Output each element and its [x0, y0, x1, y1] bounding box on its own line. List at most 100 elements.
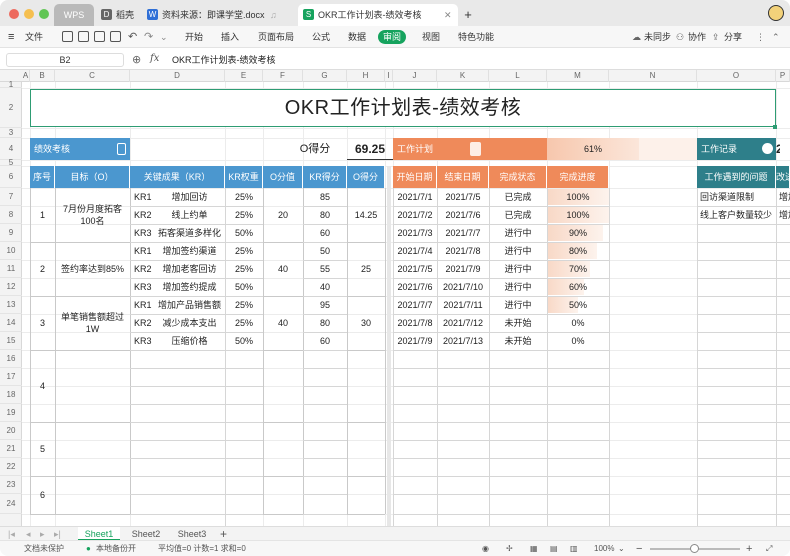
start-date[interactable]: 2021/7/5	[393, 260, 437, 278]
menu-insert[interactable]: 插入	[221, 26, 239, 48]
kr-score[interactable]: 80	[303, 206, 347, 224]
kr-id[interactable]: KR2	[130, 314, 154, 332]
collab-button[interactable]: 协作	[688, 26, 706, 48]
menu-page-layout[interactable]: 页面布局	[258, 26, 294, 48]
progress-value[interactable]: 70%	[547, 260, 609, 278]
kr-id[interactable]: KR1	[130, 242, 154, 260]
page-layout-view-icon[interactable]: ▤	[550, 541, 558, 556]
objective-score[interactable]: 14.25	[347, 188, 385, 242]
objective-value[interactable]: 40	[263, 242, 303, 296]
kr-weight[interactable]: 25%	[225, 260, 263, 278]
header-cell[interactable]: 目标（O）	[55, 166, 130, 188]
column-header[interactable]: E	[225, 70, 263, 82]
tab-daoke[interactable]: D 稻壳	[96, 4, 140, 26]
header-cell[interactable]: 结束日期	[437, 166, 489, 188]
header-cell[interactable]: 改进措施	[776, 166, 790, 188]
kr-score[interactable]: 60	[303, 224, 347, 242]
freeze-icon[interactable]: ✢	[506, 541, 513, 556]
backup-status[interactable]: 本地备份开	[96, 541, 136, 556]
sheet-title[interactable]: OKR工作计划表-绩效考核	[30, 88, 776, 128]
status[interactable]: 进行中	[489, 278, 547, 296]
row-header[interactable]: 17	[0, 368, 22, 386]
fix-text[interactable]: 增加营销引进客户	[776, 206, 790, 224]
kr-weight[interactable]: 25%	[225, 188, 263, 206]
formula-input[interactable]: OKR工作计划表-绩效考核	[168, 53, 782, 67]
row-header[interactable]: 20	[0, 422, 22, 440]
kr-description[interactable]: 压缩价格	[154, 332, 225, 350]
kr-weight[interactable]: 50%	[225, 278, 263, 296]
progress-value[interactable]: 90%	[547, 224, 609, 242]
objective-score[interactable]: 25	[347, 242, 385, 296]
header-cell[interactable]: 完成状态	[489, 166, 547, 188]
hamburger-menu-icon[interactable]: ≡	[8, 26, 14, 48]
end-date[interactable]: 2021/7/12	[437, 314, 489, 332]
prev-sheet-icon[interactable]: ◂	[26, 527, 31, 541]
column-header[interactable]: N	[609, 70, 697, 82]
header-cell[interactable]: KR权重	[225, 166, 263, 188]
menu-special[interactable]: 特色功能	[458, 26, 494, 48]
sync-status[interactable]: 未同步	[644, 26, 671, 48]
kr-id[interactable]: KR1	[130, 188, 154, 206]
column-header[interactable]: F	[263, 70, 303, 82]
new-tab-button[interactable]: +	[460, 4, 476, 26]
column-header[interactable]: A	[22, 70, 30, 82]
kr-weight[interactable]: 25%	[225, 314, 263, 332]
menu-data[interactable]: 数据	[348, 26, 366, 48]
objective-value[interactable]: 20	[263, 188, 303, 242]
print-preview-icon[interactable]	[110, 31, 121, 42]
normal-view-icon[interactable]: ▦	[530, 541, 538, 556]
menu-start[interactable]: 开始	[185, 26, 203, 48]
sheet-grid[interactable]: ABCDEFGHIJKLMNOPQ 1234567891011121314151…	[0, 70, 790, 526]
end-date[interactable]: 2021/7/13	[437, 332, 489, 350]
status[interactable]: 已完成	[489, 188, 547, 206]
view-eye-icon[interactable]: ◉	[482, 541, 489, 556]
column-header[interactable]: K	[437, 70, 489, 82]
problem-text[interactable]: 线上客户数量较少	[697, 206, 776, 224]
page-break-view-icon[interactable]: ▥	[570, 541, 578, 556]
status[interactable]: 未开始	[489, 332, 547, 350]
plan-percent[interactable]: 61%	[547, 138, 639, 160]
record-value[interactable]: 2	[776, 138, 780, 160]
row-header[interactable]: 12	[0, 278, 22, 296]
export-icon[interactable]	[78, 31, 89, 42]
row-header[interactable]: 19	[0, 404, 22, 422]
header-cell[interactable]: 关键成果（KR）	[130, 166, 225, 188]
more-icon[interactable]: ⋮	[756, 26, 765, 48]
zoom-out-icon[interactable]: −	[636, 541, 642, 556]
objective-number[interactable]: 2	[30, 242, 55, 296]
last-sheet-icon[interactable]: ▸|	[54, 527, 61, 541]
row-header[interactable]: 8	[0, 206, 22, 224]
kr-description[interactable]: 增加签约提成	[154, 278, 225, 296]
column-header[interactable]: J	[393, 70, 437, 82]
redo-icon[interactable]: ↷	[144, 26, 153, 48]
fix-text[interactable]: 增加渠道	[776, 188, 790, 206]
column-header[interactable]: L	[489, 70, 547, 82]
header-cell[interactable]: 完成进度	[547, 166, 609, 188]
row-header[interactable]: 10	[0, 242, 22, 260]
kr-id[interactable]: KR2	[130, 206, 154, 224]
kr-score[interactable]: 55	[303, 260, 347, 278]
row-header[interactable]: 24	[0, 494, 22, 514]
kr-description[interactable]: 增加产品销售额	[154, 296, 225, 314]
row-header[interactable]: 13	[0, 296, 22, 314]
start-date[interactable]: 2021/7/9	[393, 332, 437, 350]
row-header[interactable]: 6	[0, 166, 22, 188]
objective-number[interactable]: 6	[30, 476, 55, 514]
column-header[interactable]: P	[776, 70, 790, 82]
zoom-level[interactable]: 100%	[594, 541, 614, 556]
perf-label[interactable]: 绩效考核	[32, 138, 95, 160]
menu-formula[interactable]: 公式	[312, 26, 330, 48]
o-score-label[interactable]: O得分	[283, 138, 347, 160]
kr-description[interactable]: 增加回访	[154, 188, 225, 206]
column-header[interactable]: O	[697, 70, 776, 82]
start-date[interactable]: 2021/7/8	[393, 314, 437, 332]
objective-number[interactable]: 1	[30, 188, 55, 242]
share-button[interactable]: 分享	[724, 26, 742, 48]
zoom-in-icon[interactable]: +	[746, 541, 752, 556]
column-header[interactable]: B	[30, 70, 55, 82]
sheet-tab-3[interactable]: Sheet3	[172, 527, 212, 541]
progress-value[interactable]: 0%	[547, 332, 609, 350]
chevron-down-icon[interactable]: ⌄	[160, 26, 168, 48]
plan-label[interactable]: 工作计划	[395, 138, 467, 160]
fill-handle[interactable]	[773, 125, 777, 129]
